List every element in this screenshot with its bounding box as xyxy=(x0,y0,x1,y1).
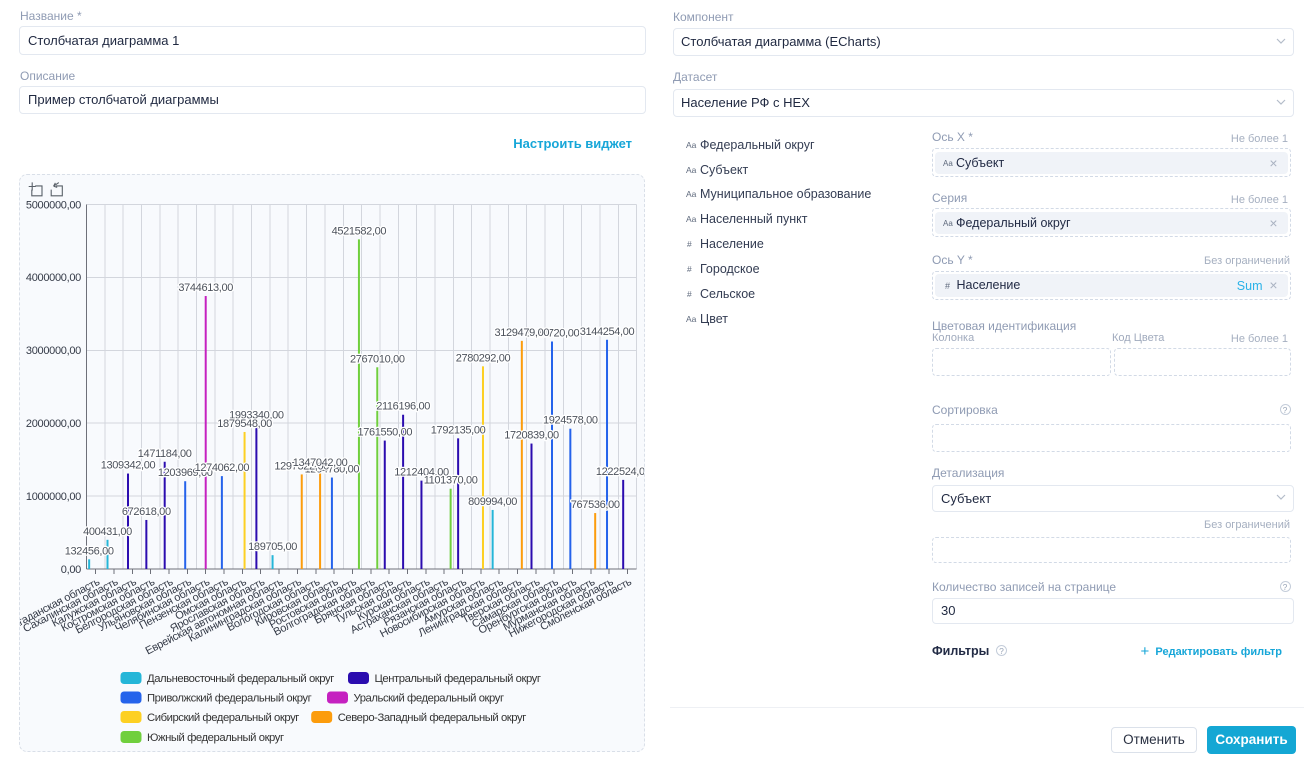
svg-text:672618,00: 672618,00 xyxy=(122,506,171,518)
svg-text:3744613,00: 3744613,00 xyxy=(178,282,233,294)
svg-text:1471184,00: 1471184,00 xyxy=(138,448,192,460)
svg-text:1761550,00: 1761550,00 xyxy=(357,427,412,439)
svg-text:1274062,00: 1274062,00 xyxy=(195,462,250,474)
svg-text:1792135,00: 1792135,00 xyxy=(431,424,486,436)
svg-text:Южный федеральный округ: Южный федеральный округ xyxy=(147,732,284,744)
svg-text:4521582,00: 4521582,00 xyxy=(332,225,387,237)
svg-text:400431,00: 400431,00 xyxy=(83,526,132,538)
svg-text:1101370,00: 1101370,00 xyxy=(424,475,478,487)
svg-text:Приволжский федеральный округ: Приволжский федеральный округ xyxy=(147,693,312,705)
svg-text:2116196,00: 2116196,00 xyxy=(376,401,430,413)
svg-text:5000000,00: 5000000,00 xyxy=(26,199,81,211)
svg-text:Центральный федеральный округ: Центральный федеральный округ xyxy=(375,673,541,685)
svg-text:2767010,00: 2767010,00 xyxy=(350,353,405,365)
svg-text:3144254,00: 3144254,00 xyxy=(580,326,635,338)
svg-text:1879548,00: 1879548,00 xyxy=(217,418,272,430)
svg-text:1720839,00: 1720839,00 xyxy=(504,430,559,442)
svg-text:3129479,00: 3129479,00 xyxy=(494,327,549,339)
svg-text:Уральский федеральный округ: Уральский федеральный округ xyxy=(354,693,504,705)
svg-text:132456,00: 132456,00 xyxy=(65,545,114,557)
svg-text:767536,00: 767536,00 xyxy=(571,499,620,511)
svg-text:Дальневосточный федеральный ок: Дальневосточный федеральный округ xyxy=(147,673,334,685)
svg-text:1309342,00: 1309342,00 xyxy=(101,460,156,472)
svg-text:Северо-Западный федеральный ок: Северо-Западный федеральный округ xyxy=(338,712,527,724)
svg-text:3000000,00: 3000000,00 xyxy=(26,345,81,357)
svg-text:1347042,00: 1347042,00 xyxy=(293,457,348,469)
svg-text:1222524,00: 1222524,00 xyxy=(596,466,644,478)
svg-text:0,00: 0,00 xyxy=(61,564,81,576)
svg-text:2000000,00: 2000000,00 xyxy=(26,418,81,430)
svg-text:809994,00: 809994,00 xyxy=(468,496,517,508)
svg-text:2780292,00: 2780292,00 xyxy=(456,352,511,364)
svg-text:189705,00: 189705,00 xyxy=(248,541,297,553)
svg-text:4000000,00: 4000000,00 xyxy=(26,272,81,284)
svg-text:1000000,00: 1000000,00 xyxy=(26,491,81,503)
svg-text:1924578,00: 1924578,00 xyxy=(543,415,598,427)
svg-text:Сибирский федеральный округ: Сибирский федеральный округ xyxy=(147,712,299,724)
